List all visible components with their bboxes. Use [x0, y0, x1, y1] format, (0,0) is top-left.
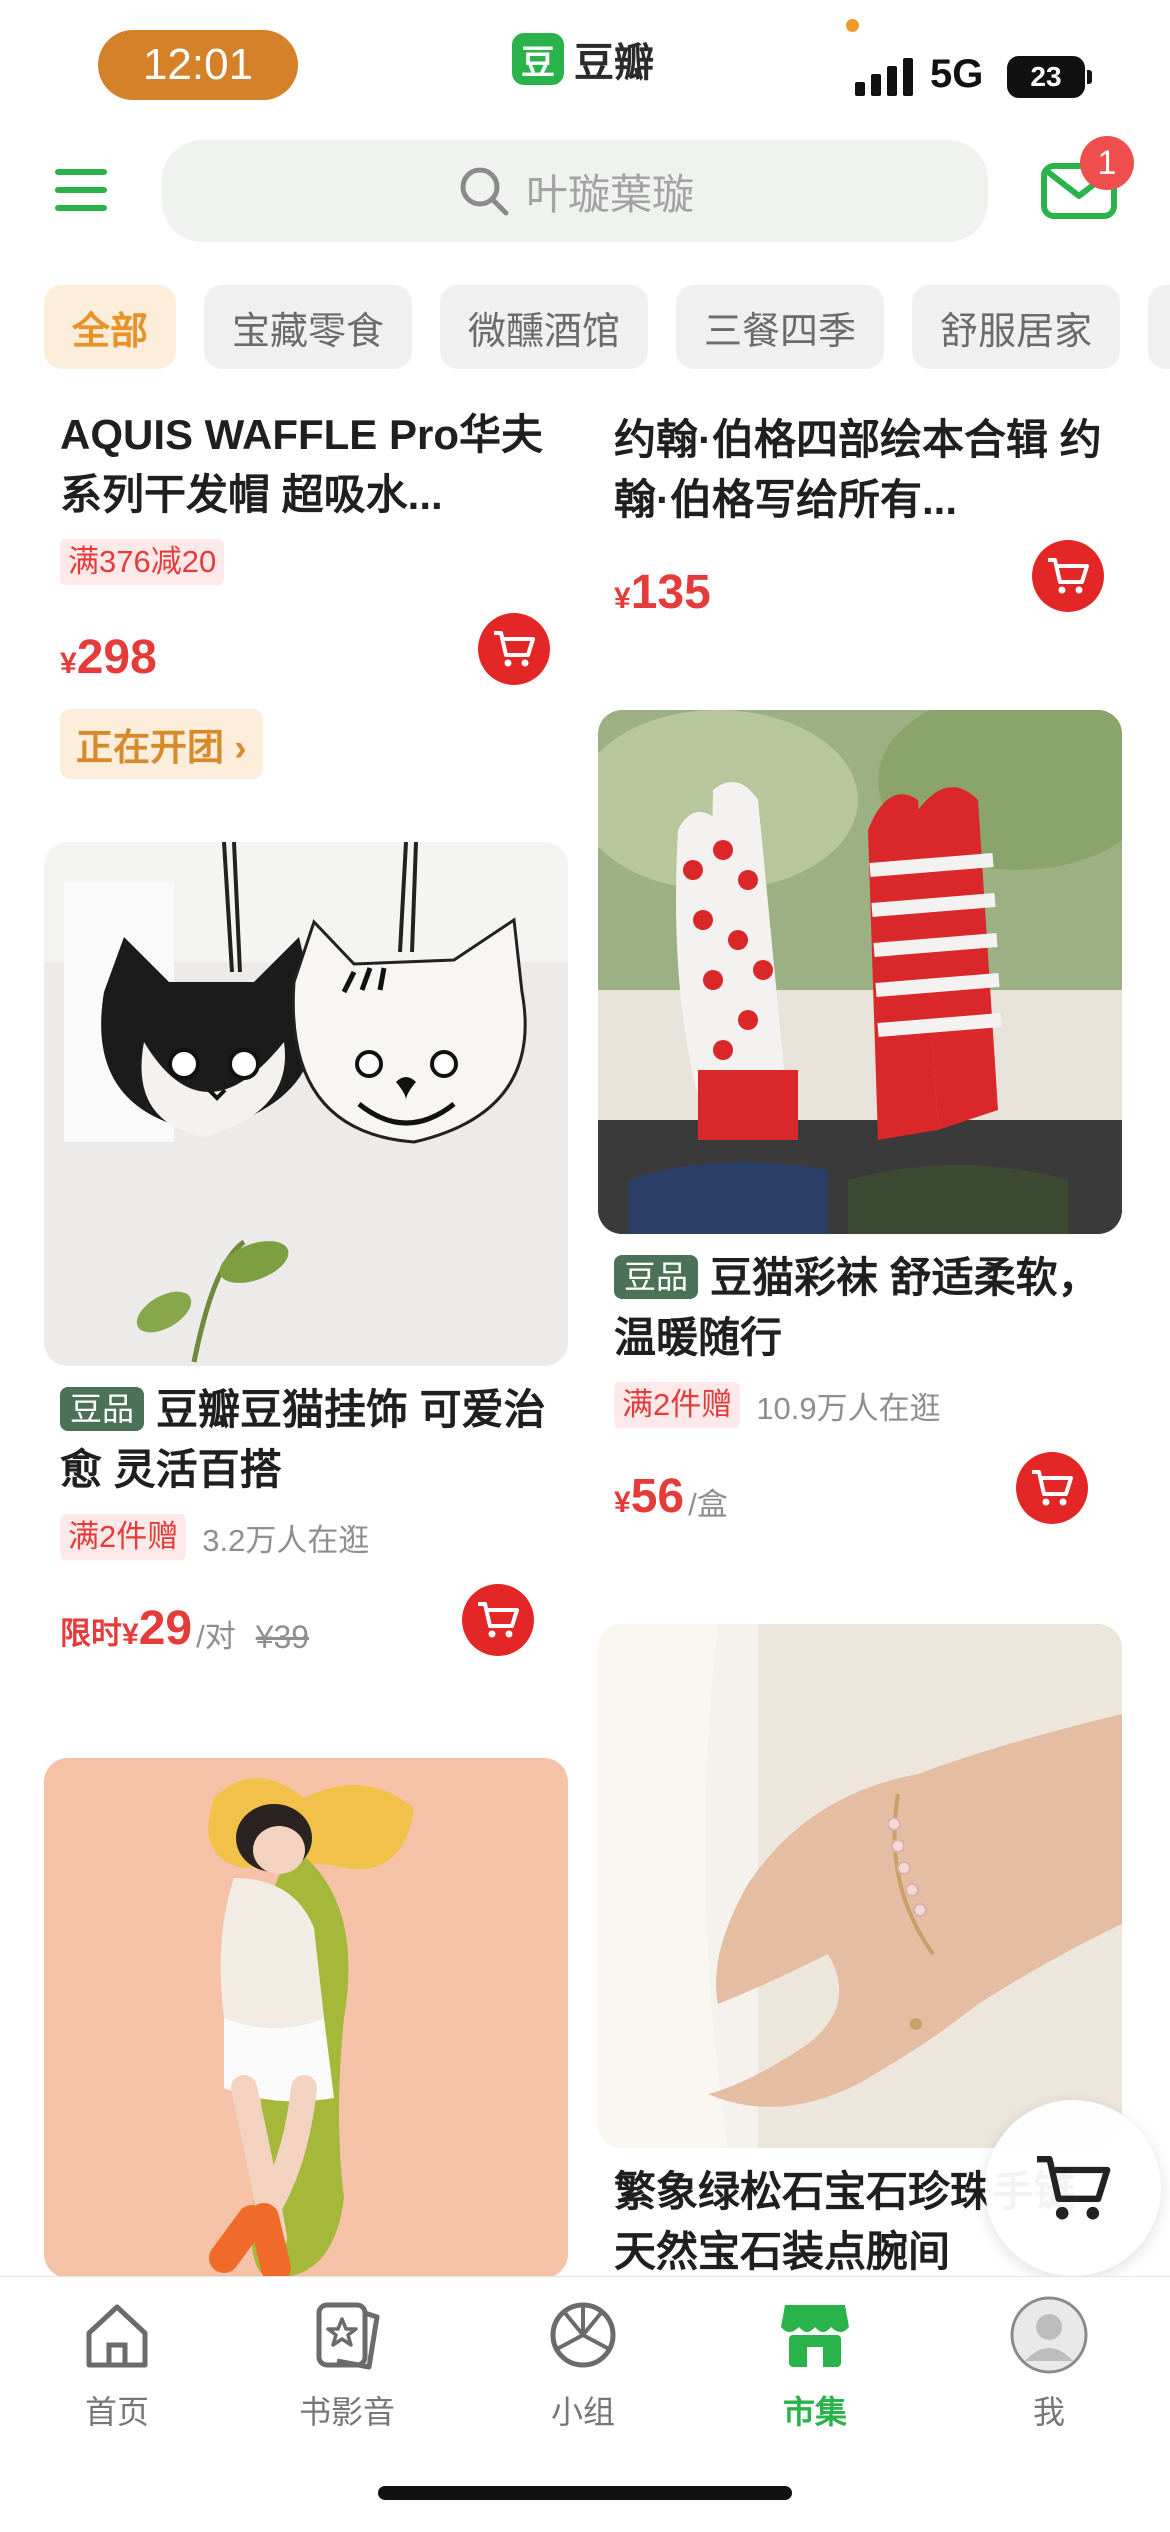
- category-tab-snacks[interactable]: 宝藏零食: [204, 285, 413, 369]
- category-tab-drinks[interactable]: 微醺酒馆: [440, 285, 649, 369]
- product-image: [44, 1758, 568, 2276]
- app-logo: 豆 豆瓣: [512, 30, 654, 88]
- tab-books-movies-music[interactable]: 书影音: [272, 2295, 422, 2433]
- product-card[interactable]: AQUIS WAFFLE Pro华夫系列干发帽 超吸水... 满376减20 ¥…: [60, 405, 560, 779]
- tab-label: 首页: [84, 2394, 149, 2430]
- status-time: 12:01: [98, 30, 298, 100]
- product-title: 豆品 豆猫彩袜 舒适柔软，温暖随行: [614, 1254, 1100, 1361]
- douban-market-screen: 12:01 豆 豆瓣 5G 23 叶璇葉璇 1 全部 宝藏零食 微醺酒馆 三餐四…: [0, 0, 1170, 2532]
- promo-tag: 满2件赠: [614, 1382, 741, 1428]
- cat-plush-charms-image: [44, 842, 568, 1366]
- gemstone-bracelet-image: [598, 1624, 1122, 2148]
- product-card[interactable]: [44, 1758, 568, 2276]
- search-bar[interactable]: 叶璇葉璇: [162, 140, 988, 242]
- promo-tag: 满376减20: [60, 539, 225, 585]
- battery-tip: [1087, 70, 1092, 84]
- menu-icon[interactable]: [50, 165, 110, 215]
- cart-icon: [494, 631, 535, 667]
- group-icon: [550, 2302, 616, 2368]
- douping-tag: 豆品: [614, 1255, 699, 1299]
- product-image: [598, 1624, 1122, 2148]
- book-movie-icon: [316, 2302, 380, 2370]
- add-to-cart-button[interactable]: [462, 1584, 534, 1656]
- price: ¥56: [614, 1470, 685, 1523]
- promo-tag: 满2件赠: [60, 1514, 187, 1560]
- category-tab-home[interactable]: 舒服居家: [912, 285, 1121, 369]
- cart-icon: [478, 1602, 519, 1638]
- price: ¥135: [614, 566, 711, 619]
- network-type: 5G: [930, 52, 984, 96]
- battery-icon: 23: [1007, 56, 1085, 98]
- browsing-count: 3.2万人在逛: [202, 1522, 370, 1558]
- original-price: ¥39: [255, 1619, 310, 1655]
- add-to-cart-button[interactable]: [1032, 540, 1104, 612]
- price: ¥298: [60, 631, 157, 684]
- category-tab-all[interactable]: 全部: [44, 285, 177, 369]
- cart-icon: [1032, 1470, 1073, 1506]
- tab-label: 市集: [782, 2394, 847, 2430]
- cart-icon: [1048, 558, 1089, 594]
- price-row: ¥135: [614, 540, 1114, 620]
- status-bar: 12:01 豆 豆瓣 5G 23: [0, 0, 1170, 130]
- product-title: 豆品 豆瓣豆猫挂饰 可爱治愈 灵活百搭: [60, 1386, 546, 1493]
- privacy-indicator: [846, 19, 859, 32]
- price-row: ¥56 /盒: [614, 1452, 1106, 1524]
- logo-mark: 豆: [512, 33, 564, 85]
- search-icon: [460, 167, 509, 216]
- tab-me[interactable]: 我: [974, 2295, 1124, 2433]
- product-title: AQUIS WAFFLE Pro华夫系列干发帽 超吸水...: [60, 411, 544, 518]
- tab-home[interactable]: 首页: [42, 2295, 192, 2433]
- search-placeholder: 叶璇葉璇: [525, 170, 694, 218]
- price-row: ¥298: [60, 613, 560, 685]
- douping-tag: 豆品: [60, 1387, 145, 1431]
- cart-icon: [1037, 2156, 1111, 2220]
- browsing-count: 10.9万人在逛: [756, 1390, 941, 1426]
- product-image: [598, 710, 1122, 1234]
- striped-dotted-socks-image: [598, 710, 1122, 1234]
- add-to-cart-button[interactable]: [1016, 1452, 1088, 1524]
- price-row: 限时 ¥29 /对 ¥39: [60, 1584, 552, 1656]
- market-icon: [781, 2305, 849, 2367]
- product-card[interactable]: 豆品 豆瓣豆猫挂饰 可爱治愈 灵活百搭 满2件赠 3.2万人在逛 限时 ¥29 /对…: [44, 842, 568, 1656]
- body-pillow-image: [44, 1758, 568, 2276]
- price: 限时 ¥29: [60, 1602, 193, 1655]
- product-image: [44, 842, 568, 1366]
- product-feed: AQUIS WAFFLE Pro华夫系列干发帽 超吸水... 满376减20 ¥…: [0, 380, 1170, 2276]
- tab-label: 小组: [550, 2394, 615, 2430]
- app-name: 豆瓣: [574, 41, 654, 85]
- price-unit: /对: [196, 1619, 236, 1654]
- product-title: 约翰·伯格四部绘本合辑 约翰·伯格写给所有...: [614, 416, 1102, 523]
- price-unit: /盒: [688, 1487, 728, 1522]
- product-card[interactable]: 约翰·伯格四部绘本合辑 约翰·伯格写给所有... ¥135: [614, 410, 1114, 620]
- category-tab-meals[interactable]: 三餐四季: [676, 285, 885, 369]
- home-indicator: [378, 2486, 792, 2500]
- category-tab-more[interactable]: [1148, 285, 1170, 369]
- tab-groups[interactable]: 小组: [508, 2295, 658, 2433]
- tab-label: 我: [1032, 2394, 1065, 2430]
- category-tabs: 全部 宝藏零食 微醺酒馆 三餐四季 舒服居家: [44, 285, 1170, 369]
- tab-label: 书影音: [298, 2394, 395, 2430]
- group-buy-button[interactable]: 正在开团 ›: [60, 709, 263, 779]
- avatar-icon: [1010, 2296, 1088, 2374]
- product-card[interactable]: 豆品 豆猫彩袜 舒适柔软，温暖随行 满2件赠 10.9万人在逛 ¥56 /盒: [598, 710, 1122, 1524]
- tab-market[interactable]: 市集: [740, 2295, 890, 2433]
- floating-cart-button[interactable]: [985, 2100, 1161, 2276]
- signal-icon: [855, 58, 913, 96]
- mail-badge: 1: [1080, 136, 1134, 190]
- home-icon: [86, 2304, 148, 2368]
- add-to-cart-button[interactable]: [478, 613, 550, 685]
